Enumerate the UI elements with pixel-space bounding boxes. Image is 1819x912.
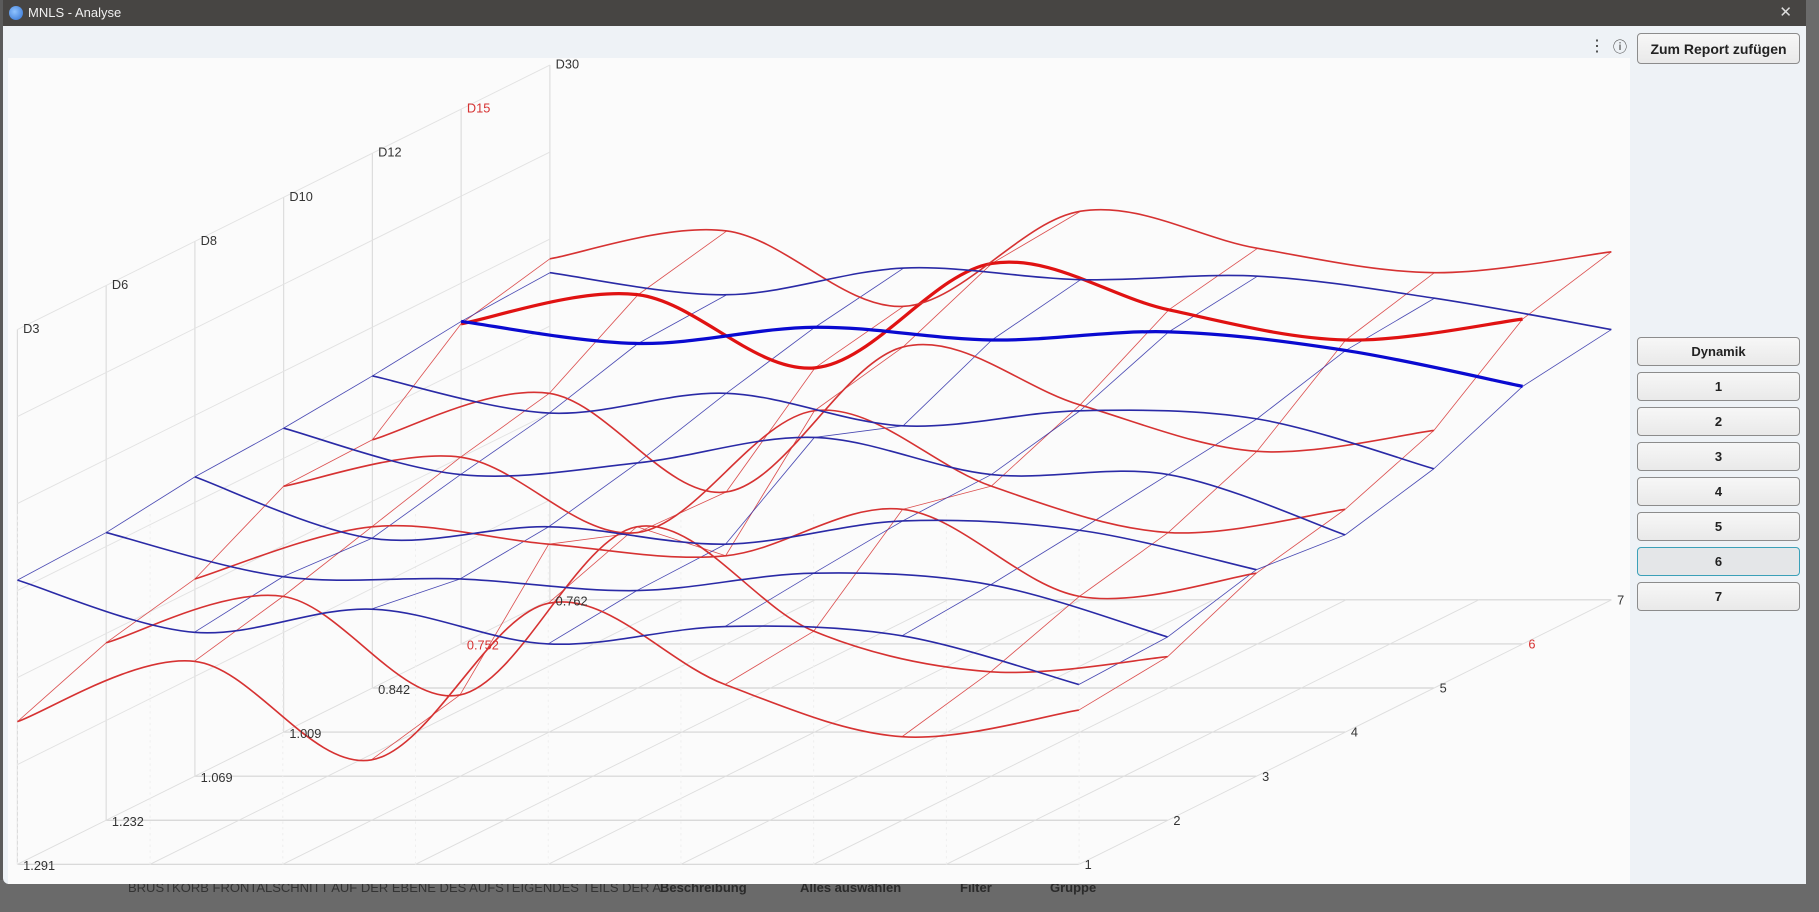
red-mesh-line xyxy=(1256,339,1347,452)
red-mesh-line xyxy=(637,230,728,296)
blue-mesh-line xyxy=(1168,275,1258,333)
row-label: 7 xyxy=(1617,592,1624,607)
blue-mesh-line xyxy=(990,529,1080,586)
red-mesh-line xyxy=(1168,248,1258,311)
blue-mesh-line xyxy=(371,578,461,610)
row-value-label: 0.842 xyxy=(378,682,410,697)
column-label: D3 xyxy=(23,321,39,336)
red-mesh-line xyxy=(1256,509,1346,574)
row-button-6[interactable]: 6 xyxy=(1637,547,1800,576)
red-mesh-line xyxy=(813,509,903,632)
surface-chart: D3 1.291 1 D6 1.232 2 D8 1.069 3 D10 1.009 4 D12 0.84… xyxy=(16,57,1624,874)
red-mesh-line xyxy=(1079,532,1169,597)
row-value-label: 0.752 xyxy=(467,638,499,653)
row-button-7[interactable]: 7 xyxy=(1637,582,1800,611)
red-series-row-7 xyxy=(549,208,1612,308)
column-label: D12 xyxy=(378,145,401,160)
row-label: 3 xyxy=(1262,769,1269,784)
red-mesh-line xyxy=(17,642,107,722)
blue-mesh-line xyxy=(283,375,373,429)
blue-mesh-line xyxy=(725,437,815,545)
column-label: D10 xyxy=(289,189,312,204)
blue-mesh-line xyxy=(991,410,1081,475)
right-panel: Zum Report zufügen Dynamik 1 2 3 4 5 6 7 xyxy=(1630,26,1806,884)
row-button-1[interactable]: 1 xyxy=(1637,372,1800,401)
blue-mesh-line xyxy=(813,520,903,574)
red-mesh-line xyxy=(814,346,904,412)
row-button-5[interactable]: 5 xyxy=(1637,512,1800,541)
red-mesh-line xyxy=(105,578,196,644)
blue-series-row-6 xyxy=(460,319,1523,388)
red-mesh-line xyxy=(459,543,550,696)
blue-mesh-line xyxy=(1167,418,1258,475)
row-label: 6 xyxy=(1528,637,1535,652)
red-mesh-line xyxy=(991,210,1081,264)
red-mesh-line xyxy=(814,306,904,369)
column-label: D30 xyxy=(556,57,579,72)
blue-series-row-4 xyxy=(283,427,1346,536)
red-mesh-line xyxy=(1167,451,1258,533)
add-to-report-button[interactable]: Zum Report zufügen xyxy=(1637,33,1800,64)
red-series-row-5 xyxy=(372,343,1434,494)
red-series-row-2 xyxy=(105,525,1168,697)
red-mesh-line xyxy=(370,694,461,761)
red-mesh-line xyxy=(1079,309,1170,406)
blue-mesh-line xyxy=(459,526,549,580)
column-label: D15 xyxy=(467,101,490,116)
row-value-label: 1.009 xyxy=(289,726,321,741)
row-value-label: 0.762 xyxy=(556,594,588,609)
red-series-row-3 xyxy=(194,507,1257,600)
blue-mesh-line xyxy=(17,532,107,581)
red-mesh-line xyxy=(724,630,815,685)
row-button-3[interactable]: 3 xyxy=(1637,442,1800,471)
row-value-label: 1.069 xyxy=(201,770,233,785)
blue-mesh-line xyxy=(1433,386,1523,470)
column-label: D6 xyxy=(112,277,128,292)
blue-mesh-line xyxy=(1167,569,1257,638)
row-value-label: 1.232 xyxy=(112,814,144,829)
blue-mesh-line xyxy=(371,474,461,539)
chart-labels: D3 1.291 1 D6 1.232 2 D8 1.069 3 D10 1.009 4 D12 0.84… xyxy=(23,57,1624,874)
red-mesh-line xyxy=(1522,251,1612,320)
row-value-label: 1.291 xyxy=(23,858,55,873)
column-label: D8 xyxy=(201,233,217,248)
row-label: 2 xyxy=(1173,813,1180,828)
red-mesh-line xyxy=(194,485,284,580)
blue-mesh-line xyxy=(1256,534,1346,571)
blue-series-row-2 xyxy=(105,531,1168,638)
blue-mesh-line xyxy=(902,339,993,427)
chart-mesh xyxy=(17,210,1612,761)
blue-mesh-line xyxy=(1344,468,1435,536)
blue-mesh-line xyxy=(194,427,284,478)
blue-mesh-line xyxy=(991,279,1081,341)
blue-mesh-line xyxy=(1522,329,1612,387)
row-label: 5 xyxy=(1440,681,1447,696)
row-button-2[interactable]: 2 xyxy=(1637,407,1800,436)
blue-mesh-line xyxy=(1256,350,1346,420)
blue-mesh-line xyxy=(1079,331,1170,412)
red-mesh-line xyxy=(1433,318,1523,431)
red-mesh-line xyxy=(990,596,1080,673)
chart-grid xyxy=(16,64,1612,865)
red-mesh-line xyxy=(725,367,816,493)
blue-mesh-line xyxy=(637,393,727,464)
dynamik-button[interactable]: Dynamik xyxy=(1637,337,1800,366)
red-mesh-line xyxy=(282,526,373,597)
blue-mesh-line xyxy=(460,412,550,475)
red-mesh-line xyxy=(1344,430,1435,510)
blue-mesh-line xyxy=(372,321,462,377)
blue-mesh-line xyxy=(1079,474,1169,531)
blue-mesh-line xyxy=(901,584,991,637)
row-label: 1 xyxy=(1085,857,1092,872)
red-mesh-line xyxy=(1078,656,1168,711)
row-label: 4 xyxy=(1351,725,1358,740)
row-button-4[interactable]: 4 xyxy=(1637,477,1800,506)
red-mesh-line xyxy=(283,439,373,487)
